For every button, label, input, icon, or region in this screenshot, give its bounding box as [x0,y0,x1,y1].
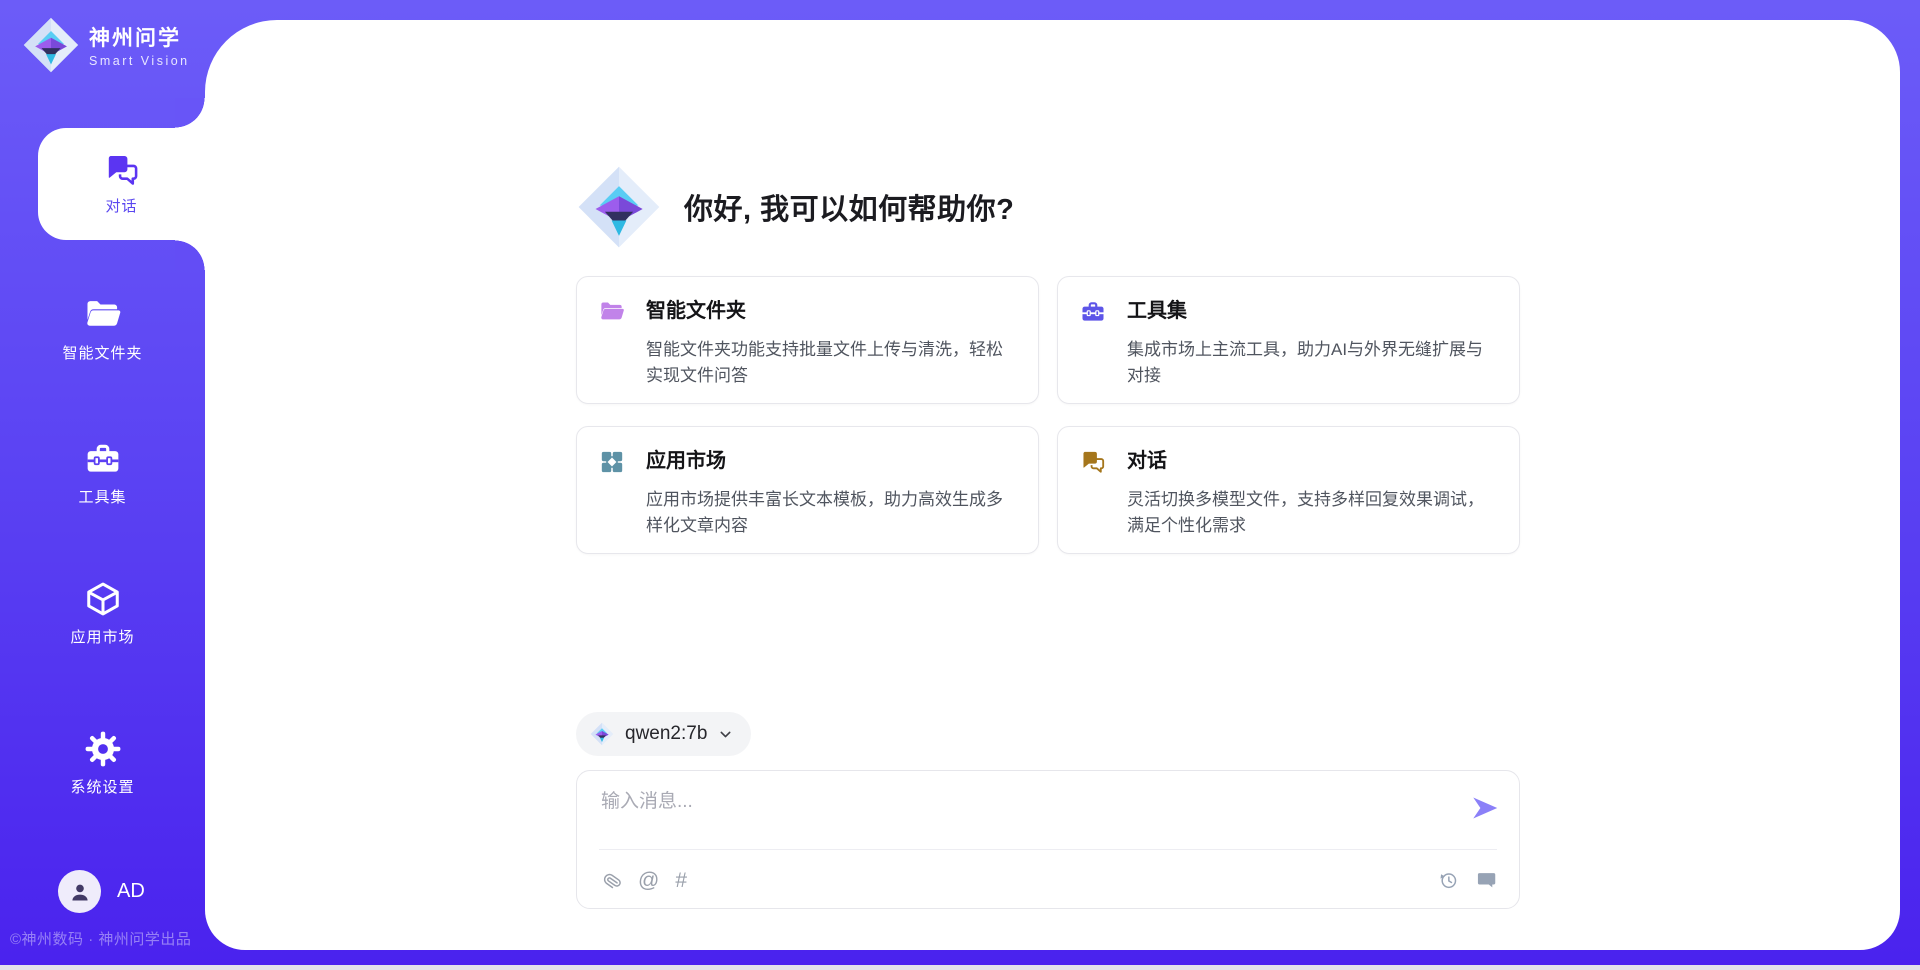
brand: 神州问学 Smart Vision [22,16,190,74]
grid-icon [599,447,646,480]
brand-name: 神州问学 [89,22,190,52]
sidebar: 神州问学 Smart Vision 对话 智能文件夹 工具集 应用市场 系统设置… [0,0,205,970]
send-button[interactable] [1469,793,1501,825]
sidebar-item-label: 工具集 [78,486,126,507]
message-input[interactable] [601,786,1451,841]
card-chat[interactable]: 对话 灵活切换多模型文件，支持多样回复效果调试，满足个性化需求 [1057,426,1520,554]
sidebar-item-smart-folder[interactable]: 智能文件夹 [0,296,205,363]
feature-cards: 智能文件夹 智能文件夹功能支持批量文件上传与清洗，轻松实现文件问答 工具集 集成… [576,276,1520,554]
diamond-logo-icon [590,722,614,746]
card-smart-folder[interactable]: 智能文件夹 智能文件夹功能支持批量文件上传与清洗，轻松实现文件问答 [576,276,1039,404]
sidebar-item-settings[interactable]: 系统设置 [0,730,205,797]
composer-divider [599,849,1497,850]
chat-icon [104,152,140,188]
composer-toolbar: @ # [601,861,1497,899]
toolbox-icon [84,440,122,478]
user-account[interactable]: AD [58,870,145,913]
model-selector[interactable]: qwen2:7b [576,712,751,756]
history-icon[interactable] [1438,870,1459,891]
toolbox-icon [1080,297,1127,330]
sidebar-item-toolset[interactable]: 工具集 [0,440,205,507]
avatar [58,870,101,913]
copyright-footer: ©神州数码 · 神州问学出品 [10,928,205,949]
folder-icon [84,296,122,334]
attachment-icon[interactable] [601,870,622,891]
composer-left-tools: @ # [601,870,687,891]
sidebar-item-chat[interactable]: 对话 [38,128,205,240]
user-avatar-icon [67,879,93,905]
sidebar-item-label: 系统设置 [70,776,134,797]
user-initials: AD [117,880,145,903]
brand-subtitle: Smart Vision [89,54,190,68]
card-description: 灵活切换多模型文件，支持多样回复效果调试，满足个性化需求 [1127,487,1497,540]
app-root: { "brand": { "name": "神州问学", "subtitle":… [0,0,1920,970]
diamond-logo-icon [576,164,662,250]
folder-icon [599,297,646,330]
card-description: 智能文件夹功能支持批量文件上传与清洗，轻松实现文件问答 [646,337,1016,390]
active-item-top-fillet [175,98,205,128]
card-title: 工具集 [1127,297,1497,330]
sidebar-item-label: 应用市场 [70,626,134,647]
sidebar-item-app-market[interactable]: 应用市场 [0,580,205,647]
hash-icon[interactable]: # [675,870,687,891]
gear-icon [84,730,122,768]
sidebar-item-label: 智能文件夹 [62,342,142,363]
bottom-edge-strip [0,965,1920,970]
greeting: 你好, 我可以如何帮助你? [576,164,1014,250]
diamond-logo-icon [22,16,80,74]
card-description: 应用市场提供丰富长文本模板，助力高效生成多样化文章内容 [646,487,1016,540]
active-item-bottom-fillet [175,240,205,270]
composer-right-tools [1438,870,1497,891]
chevron-down-icon [718,727,733,742]
card-title: 智能文件夹 [646,297,1016,330]
chat-bubble-icon[interactable] [1476,870,1497,891]
greeting-title: 你好, 我可以如何帮助你? [684,186,1014,228]
sidebar-item-label: 对话 [105,195,137,216]
model-name: qwen2:7b [625,723,707,745]
card-title: 应用市场 [646,447,1016,480]
mention-icon[interactable]: @ [638,870,659,891]
card-title: 对话 [1127,447,1497,480]
message-composer: @ # [576,770,1520,909]
chat-icon [1080,447,1127,480]
send-icon [1470,793,1500,823]
card-description: 集成市场上主流工具，助力AI与外界无缝扩展与对接 [1127,337,1497,390]
card-toolset[interactable]: 工具集 集成市场上主流工具，助力AI与外界无缝扩展与对接 [1057,276,1520,404]
cube-icon [84,580,122,618]
card-app-market[interactable]: 应用市场 应用市场提供丰富长文本模板，助力高效生成多样化文章内容 [576,426,1039,554]
